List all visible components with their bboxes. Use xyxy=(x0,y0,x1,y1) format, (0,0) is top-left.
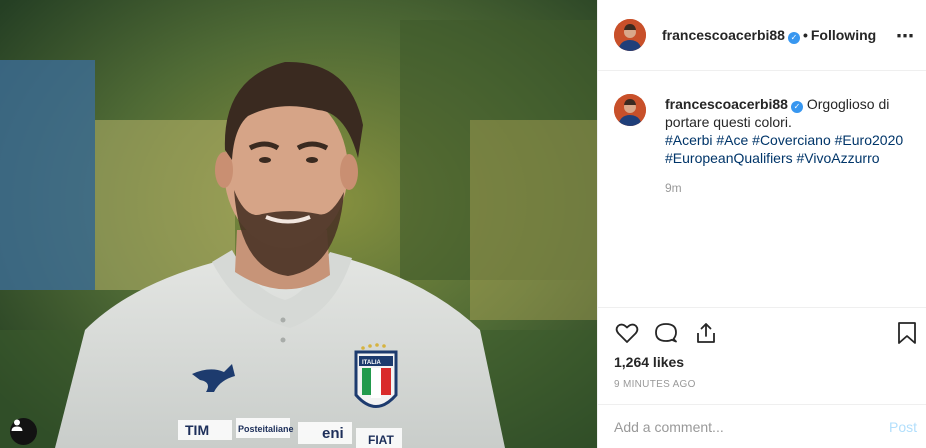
user-tag-icon xyxy=(11,419,23,431)
avatar[interactable] xyxy=(614,19,646,51)
heart-icon[interactable] xyxy=(614,320,640,346)
post-header: francescoacerbi88 ✓ • Following ⋯ xyxy=(598,0,926,71)
following-button[interactable]: Following xyxy=(811,27,876,43)
caption-verified-icon: ✓ xyxy=(790,101,803,113)
post-side-panel: francescoacerbi88 ✓ • Following ⋯ francesco… xyxy=(597,0,926,448)
verified-icon: ✓ xyxy=(787,32,800,44)
comment-icon[interactable] xyxy=(653,320,679,346)
more-options-icon[interactable]: ⋯ xyxy=(896,26,915,47)
post-caption: francescoacerbi88 ✓ Orgoglioso di portare… xyxy=(665,95,915,167)
caption-avatar-image xyxy=(614,94,646,126)
caption-hashtags[interactable]: #Acerbi #Ace #Coverciano #Euro2020 #Euro… xyxy=(665,132,903,166)
sponsor-fiat: FIAT xyxy=(368,433,394,447)
post-photo[interactable]: TIM Posteitaliane eni FIAT ITALIA xyxy=(0,0,597,448)
caption-username[interactable]: francescoacerbi88 xyxy=(665,96,788,112)
header-username[interactable]: francescoacerbi88 xyxy=(662,27,785,43)
caption-timestamp: 9m xyxy=(665,181,682,195)
share-icon[interactable] xyxy=(693,320,719,346)
like-count[interactable]: 1,264 likes xyxy=(614,354,684,370)
photo-illustration: TIM Posteitaliane eni FIAT ITALIA xyxy=(0,0,597,448)
sponsor-poste: Posteitaliane xyxy=(238,424,294,434)
separator-dot: • xyxy=(802,27,808,43)
comment-bar: Post xyxy=(598,404,926,448)
crest-text: ITALIA xyxy=(362,360,382,366)
avatar-image xyxy=(614,19,646,51)
post-comment-button[interactable]: Post xyxy=(889,419,917,435)
bookmark-icon[interactable] xyxy=(894,320,920,346)
header-user-line: francescoacerbi88 ✓ • Following xyxy=(662,27,876,44)
post-time-ago: 9 MINUTES AGO xyxy=(614,379,696,390)
action-bar xyxy=(598,307,926,359)
sponsor-eni: eni xyxy=(322,425,344,442)
comment-input[interactable] xyxy=(614,417,854,437)
caption-avatar[interactable] xyxy=(614,94,646,126)
user-tag-button[interactable] xyxy=(10,418,37,445)
sponsor-tim: TIM xyxy=(185,422,209,438)
